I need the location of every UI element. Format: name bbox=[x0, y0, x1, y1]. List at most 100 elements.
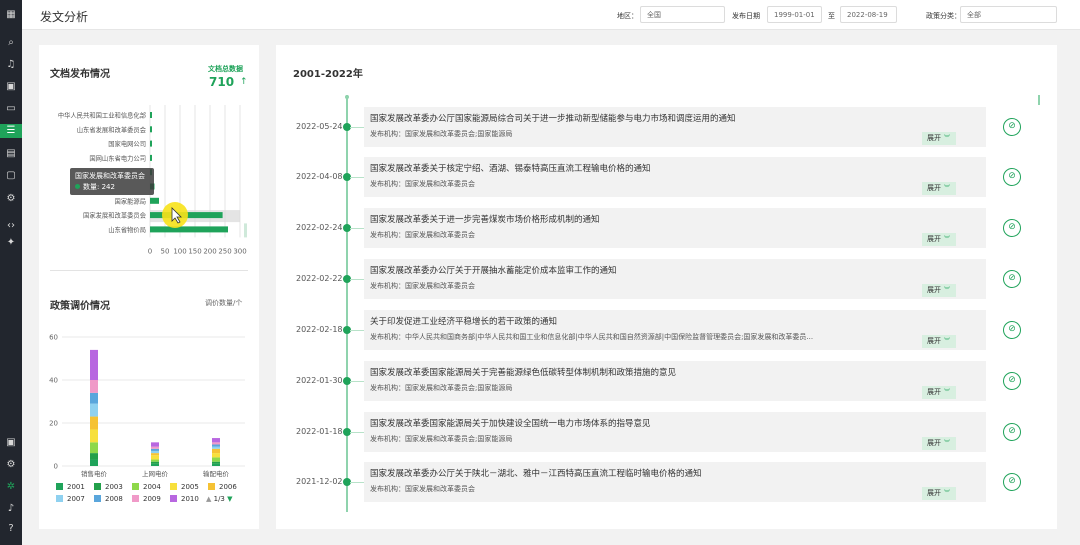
y-category-label: 国家能源局 bbox=[115, 196, 146, 205]
timeline-card[interactable]: 国家发展改革委办公厅关于陕北－湖北、雅中－江西特高压直流工程临时输电价格的通知 … bbox=[364, 462, 986, 502]
legend-item[interactable]: 2006 bbox=[208, 483, 237, 491]
timeline-connector bbox=[350, 279, 364, 280]
picture-icon[interactable]: ▤ bbox=[4, 147, 18, 161]
expand-button[interactable]: 展开 ︾ bbox=[922, 487, 956, 500]
attachment-icon[interactable]: ⊘ bbox=[1003, 423, 1021, 441]
publisher-name: 国家发展和改革委员会 bbox=[405, 485, 475, 493]
timeline-year-range: 2001-2022年 bbox=[293, 69, 363, 80]
policy-title[interactable]: 国家发展改革委国家能源局关于完善能源绿色低碳转型体制机制和政策措施的意见 bbox=[370, 366, 676, 378]
stacked-bar-segment bbox=[151, 442, 159, 447]
timeline-card[interactable]: 国家发展改革委办公厅国家能源局综合司关于进一步推动新型储能参与电力市场和调度运用… bbox=[364, 107, 986, 147]
legend-swatch bbox=[132, 495, 139, 502]
gear-icon[interactable]: ⚙ bbox=[4, 192, 18, 206]
stacked-bar-segment bbox=[151, 453, 159, 456]
expand-button[interactable]: 展开 ︾ bbox=[922, 335, 956, 348]
grid-icon[interactable]: ▦ bbox=[4, 8, 18, 22]
doc-release-title: 文档发布情况 bbox=[50, 69, 110, 80]
publisher-name: 国家发展和改革委员会 bbox=[405, 282, 475, 290]
timeline-card[interactable]: 国家发展改革委关于核定宁绍、酒湖、锡泰特高压直流工程输电价格的通知 发布机构：国… bbox=[364, 157, 986, 197]
expand-button[interactable]: 展开 ︾ bbox=[922, 386, 956, 399]
end-date-input[interactable]: 2022-08-19 bbox=[840, 6, 897, 23]
attachment-icon[interactable]: ⊘ bbox=[1003, 118, 1021, 136]
legend-swatch bbox=[94, 483, 101, 490]
x-tick-label: 0 bbox=[148, 247, 152, 255]
expand-button[interactable]: 展开 ︾ bbox=[922, 437, 956, 450]
stacked-bar-segment bbox=[90, 459, 98, 466]
gallery-icon[interactable]: ▣ bbox=[4, 436, 18, 450]
attachment-icon[interactable]: ⊘ bbox=[1003, 168, 1021, 186]
settings-icon[interactable]: ⚙ bbox=[4, 458, 18, 472]
policy-title[interactable]: 关于印发促进工业经济平稳增长的若干政策的通知 bbox=[370, 315, 557, 327]
help-icon[interactable]: ? bbox=[4, 522, 18, 536]
policy-title[interactable]: 国家发展改革委办公厅国家能源局综合司关于进一步推动新型储能参与电力市场和调度运用… bbox=[370, 112, 736, 124]
stacked-bar-segment bbox=[90, 416, 98, 430]
bar bbox=[150, 126, 152, 133]
policy-title[interactable]: 国家发展改革委关于进一步完善煤炭市场价格形成机制的通知 bbox=[370, 213, 600, 225]
image-search-icon[interactable]: ▣ bbox=[4, 80, 18, 94]
stacked-bar-segment bbox=[212, 442, 220, 445]
scrollbar-thumb[interactable] bbox=[1038, 95, 1040, 105]
tooltip-dot-icon bbox=[75, 184, 80, 189]
policy-publisher: 发布机构：国家发展和改革委员会;国家能源局 bbox=[370, 383, 512, 393]
attachment-icon[interactable]: ⊘ bbox=[1003, 219, 1021, 237]
legend-item[interactable]: 2005 bbox=[170, 483, 199, 491]
window-icon[interactable]: ▢ bbox=[4, 169, 18, 183]
green-gear-icon[interactable]: ✲ bbox=[4, 480, 18, 494]
timeline-card[interactable]: 国家发展改革委关于进一步完善煤炭市场价格形成机制的通知 发布机构：国家发展和改革… bbox=[364, 208, 986, 248]
expand-button[interactable]: 展开 ︾ bbox=[922, 284, 956, 297]
attachment-icon[interactable]: ⊘ bbox=[1003, 270, 1021, 288]
legend-item[interactable]: 2001 bbox=[56, 483, 85, 491]
stacked-bar-segment bbox=[212, 461, 220, 464]
legend-item[interactable]: 2008 bbox=[94, 495, 123, 503]
expand-label: 展开 bbox=[927, 235, 941, 243]
price-policy-bar-chart: 0 20 40 60 销售电价 上网电价 输配电价 bbox=[49, 334, 245, 478]
pager-next-icon[interactable]: ▼ bbox=[227, 495, 232, 503]
policy-title[interactable]: 国家发展改革委办公厅关于陕北－湖北、雅中－江西特高压直流工程临时输电价格的通知 bbox=[370, 467, 702, 479]
search-icon[interactable]: ⌕ bbox=[4, 36, 18, 50]
music-icon[interactable]: ♫ bbox=[4, 58, 18, 72]
region-select[interactable]: 全国 bbox=[640, 6, 725, 23]
list-icon[interactable]: ☰ bbox=[0, 124, 22, 138]
legend-swatch bbox=[170, 495, 177, 502]
code-icon[interactable]: ‹› bbox=[4, 219, 18, 233]
legend-label: 2004 bbox=[143, 483, 161, 491]
stacked-bar-segment bbox=[151, 463, 159, 466]
attachment-icon[interactable]: ⊘ bbox=[1003, 321, 1021, 339]
policy-title[interactable]: 国家发展改革委关于核定宁绍、酒湖、锡泰特高压直流工程输电价格的通知 bbox=[370, 162, 651, 174]
category-select[interactable]: 全部 bbox=[960, 6, 1057, 23]
folder-icon[interactable]: ▭ bbox=[4, 102, 18, 116]
legend-item[interactable]: 2003 bbox=[94, 483, 123, 491]
legend-item[interactable]: 2009 bbox=[132, 495, 161, 503]
start-date-input[interactable]: 1999-01-01 bbox=[767, 6, 822, 23]
stacked-bar-segment bbox=[212, 438, 220, 443]
legend-item[interactable]: 2007 bbox=[56, 495, 85, 503]
timeline-card[interactable]: 国家发展改革委国家能源局关于加快建设全国统一电力市场体系的指导意见 发布机构：国… bbox=[364, 412, 986, 452]
stacked-bar-segment bbox=[212, 453, 220, 458]
attachment-icon[interactable]: ⊘ bbox=[1003, 372, 1021, 390]
double-chevron-down-icon: ︾ bbox=[944, 236, 951, 243]
policy-title[interactable]: 国家发展改革委办公厅关于开展抽水蓄能定价成本监审工作的通知 bbox=[370, 264, 617, 276]
legend-item[interactable]: 2010 bbox=[170, 495, 199, 503]
stacked-bar-segment bbox=[90, 429, 98, 443]
attachment-icon[interactable]: ⊘ bbox=[1003, 473, 1021, 491]
y-category-label: 国网山东省电力公司 bbox=[89, 153, 146, 162]
y-category-label: 国家电网公司 bbox=[108, 139, 146, 148]
pager-prev-icon[interactable]: ▲ bbox=[206, 495, 211, 503]
bell-icon[interactable]: ♪ bbox=[4, 502, 18, 516]
timeline-card[interactable]: 国家发展改革委国家能源局关于完善能源绿色低碳转型体制机制和政策措施的意见 发布机… bbox=[364, 361, 986, 401]
pin-icon[interactable]: ✦ bbox=[4, 236, 18, 250]
expand-button[interactable]: 展开 ︾ bbox=[922, 132, 956, 145]
policy-title[interactable]: 国家发展改革委国家能源局关于加快建设全国统一电力市场体系的指导意见 bbox=[370, 417, 651, 429]
legend-item[interactable]: 2004 bbox=[132, 483, 161, 491]
policy-publisher: 发布机构：国家发展和改革委员会;国家能源局 bbox=[370, 129, 512, 139]
timeline-card[interactable]: 国家发展改革委办公厅关于开展抽水蓄能定价成本监审工作的通知 发布机构：国家发展和… bbox=[364, 259, 986, 299]
region-label: 地区： bbox=[617, 12, 638, 20]
expand-button[interactable]: 展开 ︾ bbox=[922, 182, 956, 195]
legend-swatch bbox=[170, 483, 177, 490]
expand-button[interactable]: 展开 ︾ bbox=[922, 233, 956, 246]
publisher-prefix: 发布机构： bbox=[370, 282, 405, 290]
app: { "header": { "title": "发文分析", "region_l… bbox=[0, 0, 1080, 545]
stacked-bar-segment bbox=[151, 461, 159, 464]
timeline-card[interactable]: 关于印发促进工业经济平稳增长的若干政策的通知 发布机构：中华人民共和国商务部|中… bbox=[364, 310, 986, 350]
double-chevron-down-icon: ︾ bbox=[944, 287, 951, 294]
